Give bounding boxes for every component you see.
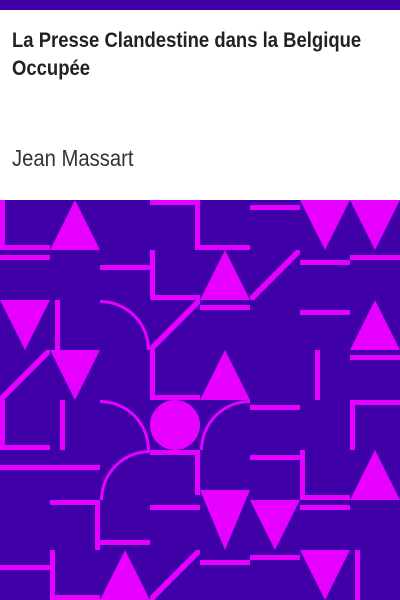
top-color-bar — [0, 0, 400, 10]
book-author: Jean Massart — [12, 145, 134, 171]
book-title: La Presse Clandestine dans la Belgique O… — [12, 29, 362, 80]
cover-pattern — [0, 200, 400, 600]
